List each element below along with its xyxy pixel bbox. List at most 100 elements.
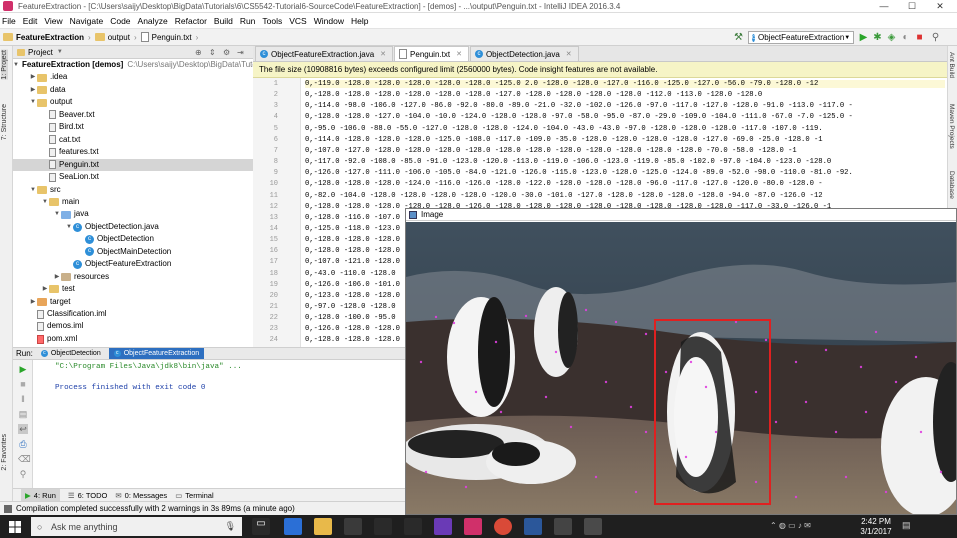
- gear-icon[interactable]: ⚙: [223, 48, 230, 57]
- terminal-tool-tab[interactable]: ▭ Terminal: [175, 491, 213, 500]
- tab-penguin-txt[interactable]: Penguin.txt ✕: [394, 46, 469, 61]
- tree-item[interactable]: ▼ java: [13, 208, 253, 220]
- tree-item[interactable]: c ObjectDetection: [13, 233, 253, 245]
- profile-icon[interactable]: ◐: [900, 32, 911, 43]
- run-configuration-select[interactable]: c ObjectFeatureExtraction ▼: [748, 31, 854, 44]
- close-tab-icon[interactable]: ✕: [380, 50, 386, 58]
- tree-item[interactable]: demos.iml: [13, 320, 253, 332]
- collapse-arrow-icon[interactable]: ▶: [29, 296, 37, 308]
- pause-icon[interactable]: ‖: [18, 394, 28, 404]
- close-button[interactable]: ✕: [926, 0, 954, 13]
- collapse-icon[interactable]: ⇕: [209, 48, 216, 57]
- app-icon[interactable]: [434, 518, 452, 535]
- stop-icon[interactable]: ■: [914, 32, 925, 43]
- maximize-button[interactable]: ☐: [898, 0, 926, 13]
- tab-objectfeatureextraction-java[interactable]: c ObjectFeatureExtraction.java ✕: [255, 46, 394, 61]
- soft-wrap-icon[interactable]: ↩: [18, 424, 28, 434]
- image-window-titlebar[interactable]: Image: [406, 209, 956, 221]
- run-tab-objectfeatureextraction[interactable]: c ObjectFeatureExtraction: [108, 348, 205, 359]
- menu-code[interactable]: Code: [110, 16, 130, 26]
- taskbar-search[interactable]: ○ Ask me anything 🎙: [31, 517, 242, 536]
- image-window[interactable]: Image: [405, 208, 957, 515]
- app-icon[interactable]: [554, 518, 572, 535]
- expand-arrow-icon[interactable]: ▼: [53, 208, 61, 220]
- notifications-icon[interactable]: ▤: [902, 520, 911, 531]
- clock[interactable]: 2:42 PM 3/1/2017: [856, 517, 896, 537]
- word-icon[interactable]: [524, 518, 542, 535]
- menu-window[interactable]: Window: [314, 16, 344, 26]
- chrome-icon[interactable]: [494, 518, 512, 535]
- coverage-icon[interactable]: ◈: [886, 32, 897, 43]
- restore-layout-icon[interactable]: ▤: [18, 409, 28, 419]
- menu-build[interactable]: Build: [214, 16, 233, 26]
- tree-item[interactable]: c ObjectFeatureExtraction: [13, 258, 253, 270]
- build-icon[interactable]: ⚒: [733, 32, 744, 43]
- favorites-tool-tab[interactable]: 2: Favorites: [1, 434, 8, 471]
- java-icon[interactable]: [584, 518, 602, 535]
- menu-file[interactable]: File: [2, 16, 16, 26]
- ant-build-tool-tab[interactable]: Ant Build: [948, 52, 955, 78]
- tree-item[interactable]: Beaver.txt: [13, 109, 253, 121]
- tree-item[interactable]: pom.xml: [13, 333, 253, 345]
- menu-refactor[interactable]: Refactor: [175, 16, 207, 26]
- collapse-arrow-icon[interactable]: ▶: [29, 71, 37, 83]
- collapse-arrow-icon[interactable]: ▶: [29, 84, 37, 96]
- expand-arrow-icon[interactable]: ▼: [65, 221, 73, 233]
- tree-item[interactable]: c ObjectMainDetection: [13, 246, 253, 258]
- run-tool-tab[interactable]: ▶ 4: Run: [21, 489, 60, 501]
- run-icon[interactable]: ▶: [858, 32, 869, 43]
- tree-item[interactable]: Penguin.txt: [13, 158, 253, 171]
- microphone-icon[interactable]: 🎙: [225, 521, 236, 532]
- run-tab-objectdetection[interactable]: c ObjectDetection: [36, 348, 106, 359]
- store-icon[interactable]: [344, 518, 362, 535]
- expand-arrow-icon[interactable]: ▼: [29, 184, 37, 196]
- tree-item[interactable]: ▼ src: [13, 184, 253, 196]
- clear-icon[interactable]: ⌫: [18, 454, 31, 464]
- structure-tool-tab[interactable]: 7: Structure: [1, 104, 8, 140]
- collapse-arrow-icon[interactable]: ▶: [53, 271, 61, 283]
- tree-item[interactable]: ▼ FeatureExtraction [demos] C:\Users\saijy…: [13, 59, 253, 71]
- breadcrumb-project[interactable]: FeatureExtraction ›: [3, 33, 91, 42]
- intellij-idea-icon[interactable]: [464, 518, 482, 535]
- expand-arrow-icon[interactable]: ▼: [13, 59, 19, 71]
- sync-icon[interactable]: ⊕: [195, 48, 202, 57]
- menu-tools[interactable]: Tools: [262, 16, 282, 26]
- search-everywhere-icon[interactable]: ⚲: [930, 32, 941, 43]
- console-output[interactable]: "C:\Program Files\Java\jdk8\bin\java" ..…: [33, 360, 405, 488]
- minimize-button[interactable]: —: [870, 0, 898, 13]
- menu-view[interactable]: View: [44, 16, 62, 26]
- menu-navigate[interactable]: Navigate: [70, 16, 104, 26]
- pin-icon[interactable]: ⚲: [18, 469, 28, 479]
- windows-start-icon[interactable]: [9, 521, 21, 533]
- database-tool-tab[interactable]: Database: [948, 171, 955, 199]
- tree-item[interactable]: features.txt: [13, 146, 253, 158]
- rerun-icon[interactable]: ▶: [18, 364, 28, 374]
- edge-icon[interactable]: [284, 518, 302, 535]
- menu-help[interactable]: Help: [351, 16, 368, 26]
- project-tool-tab[interactable]: 1: Project: [1, 50, 8, 80]
- tab-objectdetection-java[interactable]: c ObjectDetection.java ✕: [469, 46, 579, 61]
- debug-icon[interactable]: ✱: [872, 32, 883, 43]
- close-tab-icon[interactable]: ✕: [456, 50, 462, 58]
- tree-item[interactable]: ▼ c ObjectDetection.java: [13, 221, 253, 233]
- tree-item[interactable]: Classification.iml: [13, 308, 253, 320]
- system-tray-icons[interactable]: ⌃ ◍ ▭ ♪ ✉: [770, 521, 811, 530]
- collapse-arrow-icon[interactable]: ▶: [41, 283, 49, 295]
- maven-projects-tool-tab[interactable]: Maven Projects: [948, 104, 955, 149]
- menu-edit[interactable]: Edit: [23, 16, 38, 26]
- tree-item[interactable]: ▼ main: [13, 196, 253, 208]
- task-view-icon[interactable]: ▭: [252, 518, 270, 535]
- tree-item[interactable]: ▶ resources: [13, 271, 253, 283]
- tree-item[interactable]: ▶ test: [13, 283, 253, 295]
- app-icon[interactable]: [374, 518, 392, 535]
- print-icon[interactable]: ⎙: [18, 439, 28, 449]
- expand-arrow-icon[interactable]: ▼: [41, 196, 49, 208]
- menu-analyze[interactable]: Analyze: [138, 16, 168, 26]
- expand-arrow-icon[interactable]: ▼: [29, 96, 37, 108]
- tree-item[interactable]: ▶ data: [13, 84, 253, 96]
- tree-item[interactable]: ▶ .idea: [13, 71, 253, 83]
- file-explorer-icon[interactable]: [314, 518, 332, 535]
- menu-vcs[interactable]: VCS: [289, 16, 306, 26]
- tree-item[interactable]: cat.txt: [13, 134, 253, 146]
- app-icon[interactable]: [404, 518, 422, 535]
